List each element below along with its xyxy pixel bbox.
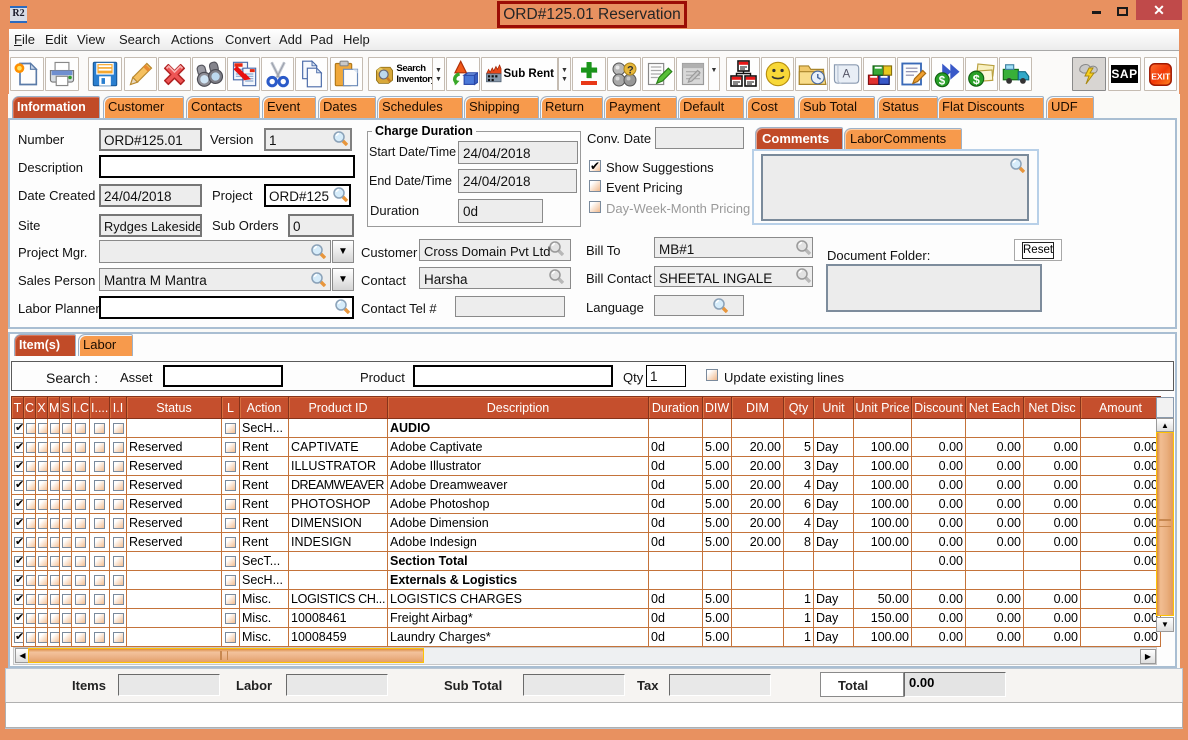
svg-text:EXIT: EXIT	[1151, 71, 1171, 81]
svg-text:?: ?	[627, 65, 634, 77]
svg-text:$: $	[938, 75, 945, 87]
svg-text:$: $	[972, 73, 979, 87]
svg-text:A: A	[842, 68, 850, 80]
